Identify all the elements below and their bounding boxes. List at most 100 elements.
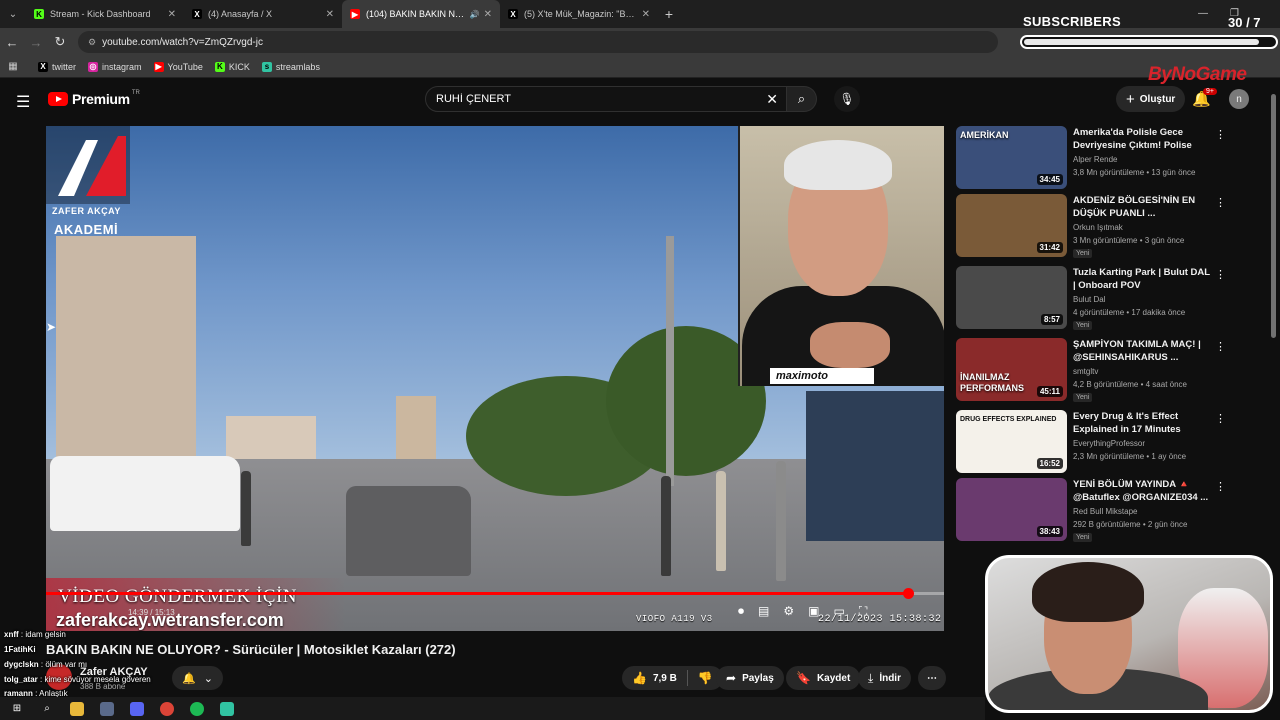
settings-gear-icon[interactable]: ⚙: [783, 604, 794, 619]
back-icon[interactable]: ←: [0, 35, 24, 50]
recommendation-thumbnail[interactable]: İNANILMAZ PERFORMANS 45:11: [956, 338, 1067, 401]
minimize-icon[interactable]: —: [1198, 8, 1208, 19]
reload-icon[interactable]: ↻: [48, 34, 72, 50]
bookmark-label: KICK: [228, 61, 250, 72]
kebab-menu-icon[interactable]: ⋮: [1215, 128, 1226, 141]
bookmark-youtube[interactable]: ▶ YouTube: [153, 61, 203, 72]
menu-icon[interactable]: ☰: [16, 92, 30, 112]
like-icon[interactable]: 👍: [632, 671, 647, 685]
search-icon[interactable]: ⌕: [40, 702, 54, 716]
more-icon: ⋯: [927, 672, 937, 684]
notification-badge: 9+: [1203, 88, 1217, 95]
bookmark-streamlabs[interactable]: s streamlabs: [261, 61, 320, 72]
browser-tab[interactable]: K Stream - Kick Dashboard ✕: [26, 0, 184, 28]
subtitles-icon[interactable]: ▤: [758, 604, 769, 619]
miniplayer-icon[interactable]: ▣: [808, 604, 819, 619]
recommendation-item[interactable]: DRUG EFFECTS EXPLAINED 16:52 Every Drug …: [956, 410, 1226, 474]
recommendation-channel[interactable]: EverythingProfessor: [1073, 439, 1145, 448]
browser-tab[interactable]: X (5) X'te Mük_Magazin: "Burak Ö ✕: [500, 0, 658, 28]
apps-grid-icon[interactable]: ▦: [0, 61, 26, 72]
more-actions-button[interactable]: ⋯: [918, 666, 946, 690]
app-icon[interactable]: [100, 701, 114, 716]
recommendation-title[interactable]: Amerika'da Polisle Gece Devriyesine Çıkt…: [1073, 126, 1211, 152]
recommendation-title[interactable]: Tuzla Karting Park | Bulut DAL | Onboard…: [1073, 266, 1211, 292]
site-info-icon[interactable]: ⚙: [88, 37, 96, 48]
kebab-menu-icon[interactable]: ⋮: [1215, 340, 1226, 353]
bookmark-kick[interactable]: K KICK: [214, 61, 250, 72]
fullscreen-icon[interactable]: ⛶: [859, 604, 867, 619]
voice-search-button[interactable]: 🎙: [834, 86, 860, 112]
speaker-icon[interactable]: 🔊: [470, 10, 480, 19]
streamlabs-icon[interactable]: [220, 701, 234, 716]
recommendation-title[interactable]: Every Drug & It's Effect Explained in 17…: [1073, 410, 1211, 436]
spotify-icon[interactable]: [190, 701, 204, 716]
forward-icon[interactable]: →: [24, 35, 48, 50]
youtube-logo[interactable]: Premium TR: [48, 90, 140, 107]
kebab-menu-icon[interactable]: ⋮: [1215, 412, 1226, 425]
progress-bar[interactable]: [46, 588, 944, 599]
recommendation-title[interactable]: AKDENİZ BÖLGESİ'NİN EN DÜŞÜK PUANLI ...: [1073, 194, 1211, 220]
windows-start-icon[interactable]: ⊞: [10, 702, 24, 716]
divider: [686, 670, 688, 686]
close-icon[interactable]: ✕: [484, 9, 492, 20]
recommendation-thumbnail[interactable]: DRUG EFFECTS EXPLAINED 16:52: [956, 410, 1067, 473]
recommendation-channel[interactable]: Red Bull Mikstape: [1073, 507, 1137, 516]
recommendation-item[interactable]: 31:42 AKDENİZ BÖLGESİ'NİN EN DÜŞÜK PUANL…: [956, 194, 1226, 258]
recommendation-channel[interactable]: Alper Rende: [1073, 155, 1117, 164]
video-pole: [666, 236, 674, 486]
bookmark-label: streamlabs: [275, 61, 320, 72]
recommendation-channel[interactable]: smtgltv: [1073, 367, 1098, 376]
share-button[interactable]: ➦ Paylaş: [716, 666, 784, 690]
browser-tab[interactable]: X (4) Anasayfa / X ✕: [184, 0, 342, 28]
file-explorer-icon[interactable]: [70, 701, 84, 716]
recommendation-item[interactable]: 8:57 Tuzla Karting Park | Bulut DAL | On…: [956, 266, 1226, 330]
video-duration: 16:52: [1036, 458, 1063, 469]
recommendation-meta: 2,3 Mn görüntüleme • 1 ay önce: [1073, 452, 1187, 461]
theater-mode-icon[interactable]: ▭: [833, 604, 844, 619]
recommendation-title[interactable]: ŞAMPİYON TAKIMLA MAÇ! | @SEHINSAHIKARUS …: [1073, 338, 1211, 364]
bookmark-twitter[interactable]: X twitter: [38, 61, 76, 72]
url-field[interactable]: ⚙ youtube.com/watch?v=ZmQZrvgd-jc: [78, 31, 998, 53]
account-avatar[interactable]: n: [1229, 89, 1249, 109]
chrome-icon[interactable]: [160, 701, 174, 716]
download-button[interactable]: ⤓ İndir: [858, 666, 911, 690]
search-input[interactable]: [436, 93, 756, 105]
video-player[interactable]: ZAFER AKÇAY AKADEMİ maximoto VİDEO GÖNDE…: [46, 126, 944, 631]
browser-tab-active[interactable]: ▶ (104) BAKIN BAKIN NE OLU 🔊 ✕: [342, 0, 500, 28]
create-button[interactable]: + Oluştur: [1116, 86, 1186, 112]
close-icon[interactable]: ✕: [642, 9, 650, 20]
youtube-icon: ▶: [153, 61, 164, 72]
recommendation-thumbnail[interactable]: 8:57: [956, 266, 1067, 329]
new-tab-button[interactable]: +: [658, 6, 680, 22]
kebab-menu-icon[interactable]: ⋮: [1215, 196, 1226, 209]
discord-icon[interactable]: [130, 701, 144, 716]
youtube-header: ☰ Premium TR ✕ ⌕ 🎙 + Oluştur 🔔 9+ n: [0, 80, 1280, 120]
subscription-bell-button[interactable]: 🔔 ⌄: [172, 666, 223, 690]
recommendation-thumbnail[interactable]: 31:42: [956, 194, 1067, 257]
recommendation-item[interactable]: 38:43 YENİ BÖLÜM YAYINDA 🔺 @Batuflex @OR…: [956, 478, 1226, 542]
kebab-menu-icon[interactable]: ⋮: [1215, 268, 1226, 281]
page-scrollbar[interactable]: [1271, 94, 1276, 338]
search-button[interactable]: ⌕: [787, 86, 817, 112]
tab-search-icon[interactable]: ⌄: [0, 0, 26, 28]
close-icon[interactable]: ✕: [168, 9, 176, 20]
bookmark-instagram[interactable]: ◎ instagram: [88, 61, 142, 72]
save-button[interactable]: 🔖 Kaydet: [786, 666, 861, 690]
dislike-icon[interactable]: 👎: [698, 671, 713, 685]
close-icon[interactable]: ✕: [326, 9, 334, 20]
new-badge: Yeni: [1073, 249, 1093, 258]
recommendation-thumbnail[interactable]: 38:43: [956, 478, 1067, 541]
video-duration: 31:42: [1036, 242, 1063, 253]
recommendation-thumbnail[interactable]: AMERİKAN 34:45: [956, 126, 1067, 189]
kebab-menu-icon[interactable]: ⋮: [1215, 480, 1226, 493]
recommendation-channel[interactable]: Orkun Işıtmak: [1073, 223, 1123, 232]
recommendation-title[interactable]: YENİ BÖLÜM YAYINDA 🔺 @Batuflex @ORGANIZE…: [1073, 478, 1211, 504]
clear-search-icon[interactable]: ✕: [766, 91, 778, 108]
progress-handle[interactable]: [903, 588, 915, 599]
recommendation-item[interactable]: İNANILMAZ PERFORMANS 45:11 ŞAMPİYON TAKI…: [956, 338, 1226, 402]
like-count[interactable]: 7,9 B: [653, 673, 677, 684]
video-person: [776, 461, 786, 581]
recommendation-channel[interactable]: Bulut Dal: [1073, 295, 1105, 304]
recommendation-item[interactable]: AMERİKAN 34:45 Amerika'da Polisle Gece D…: [956, 126, 1226, 190]
autoplay-toggle-icon[interactable]: ⏺: [738, 604, 744, 619]
